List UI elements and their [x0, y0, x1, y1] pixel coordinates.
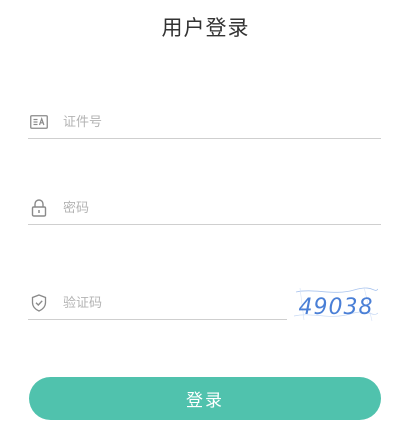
password-field — [28, 192, 381, 225]
captcha-image[interactable]: 49038 — [294, 286, 378, 322]
captcha-text: 49038 — [299, 295, 374, 320]
captcha-input[interactable] — [63, 289, 287, 317]
lock-icon — [29, 198, 49, 218]
id-number-field — [28, 106, 381, 139]
id-number-input[interactable] — [63, 108, 381, 136]
page-title: 用户登录 — [161, 16, 250, 40]
login-button[interactable]: 登录 — [29, 377, 381, 420]
id-card-icon — [29, 112, 49, 132]
captcha-field — [28, 287, 287, 320]
shield-icon — [29, 293, 49, 313]
password-input[interactable] — [63, 194, 381, 222]
